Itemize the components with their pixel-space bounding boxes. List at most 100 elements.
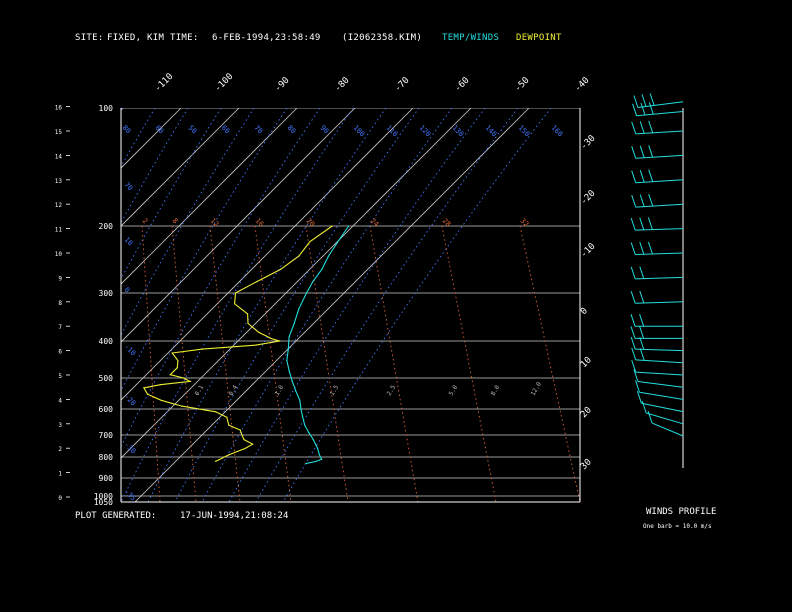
wind-barb-flag: [639, 314, 645, 327]
adiabat-label: 50: [187, 124, 199, 136]
series-point: [337, 241, 339, 243]
adiabat-left-label: -20: [123, 393, 138, 408]
adiabat-label: 120: [418, 124, 433, 139]
series-point: [288, 336, 290, 338]
height-tick-label: 2: [58, 446, 62, 453]
top-temp-label: -100: [213, 72, 235, 94]
dry-adiabat-line: [228, 108, 486, 502]
series-point: [146, 393, 149, 395]
series-point: [348, 225, 350, 227]
series-point: [243, 439, 245, 441]
wind-barb-flag: [641, 94, 647, 107]
series-point: [287, 348, 289, 350]
series-point: [169, 374, 171, 376]
height-tick-label: 15: [55, 129, 63, 136]
wind-barb-flag: [632, 103, 638, 116]
isotherm-line: [0, 108, 7, 502]
pressure-tick-label: 200: [99, 222, 114, 231]
series-point: [315, 460, 317, 462]
mixing-ratio-low-label: 1.0: [274, 384, 286, 397]
isotherm-line: [121, 108, 298, 285]
wind-barb-flag: [641, 400, 647, 414]
series-point: [176, 367, 178, 369]
right-temp-label: 10: [579, 355, 594, 370]
series-point: [298, 308, 300, 310]
series-point: [215, 460, 217, 462]
top-temp-label: -90: [273, 76, 292, 95]
pressure-tick-label: 500: [99, 374, 114, 383]
wind-barb-flag: [640, 102, 646, 116]
pressure-tick-label: 800: [99, 453, 114, 462]
series-point: [286, 359, 288, 362]
series-point: [304, 424, 306, 426]
series-point: [321, 458, 323, 460]
wind-barb-flag: [639, 242, 645, 255]
series-point: [226, 416, 228, 418]
series-point: [312, 281, 314, 283]
top-temp-label: -70: [393, 76, 412, 95]
pressure-tick-label: 400: [99, 337, 114, 346]
series-point: [318, 454, 320, 456]
height-tick-label: 5: [58, 373, 62, 380]
dry-adiabat-line: [121, 108, 189, 224]
wind-barb-flag: [631, 146, 637, 159]
wind-barb-flag: [639, 348, 645, 361]
chart-series: [143, 225, 350, 465]
dry-adiabat-line: [255, 108, 519, 502]
mixing-ratio-low-label: 12.0: [530, 381, 543, 397]
wind-barb-flag: [647, 217, 653, 230]
wind-barb-flag: [630, 242, 636, 255]
pressure-tick-label: 700: [99, 431, 114, 440]
dry-adiabat-line: [147, 108, 387, 502]
adiabat-label: 70: [253, 124, 265, 136]
series-point: [327, 255, 330, 257]
series-point: [160, 399, 162, 401]
dry-adiabat-line: [121, 108, 255, 336]
right-temp-label: -30: [579, 134, 598, 153]
wind-barb-shaft: [635, 371, 684, 376]
wind-barb-flag: [639, 170, 645, 183]
wind-barb-shaft: [635, 276, 684, 280]
wind-barb-shaft: [651, 422, 684, 437]
series-point: [288, 370, 290, 372]
wind-barb-flag: [630, 314, 636, 327]
pressure-tick-label: 100: [99, 104, 114, 113]
wind-barb-shaft: [635, 130, 684, 135]
series-point: [280, 268, 282, 270]
adiabat-left-label: -30: [123, 441, 138, 456]
wind-barb-shaft: [641, 402, 684, 413]
series-point: [234, 292, 237, 294]
series-point: [305, 463, 307, 465]
adiabat-label: 80: [286, 124, 298, 136]
series-point: [241, 434, 243, 436]
series-point: [331, 225, 333, 227]
wind-barb-flag: [630, 336, 636, 350]
series-point: [317, 447, 319, 450]
series-point: [247, 322, 249, 324]
right-temp-label: 30: [579, 457, 594, 472]
wind-barb-flag: [639, 337, 645, 350]
top-temp-label: -60: [453, 76, 472, 95]
height-tick-label: 0: [58, 495, 62, 502]
series-point: [252, 443, 254, 445]
height-tick-label: 1: [58, 471, 62, 478]
series-point: [258, 331, 260, 333]
wind-barb-shaft: [635, 228, 684, 231]
height-tick-label: 6: [58, 349, 62, 356]
pressure-tick-label: 300: [99, 289, 114, 298]
adiabat-label: 150: [517, 124, 532, 139]
right-temp-label: 0: [579, 306, 590, 317]
top-temp-label: -40: [573, 76, 592, 95]
series-point: [298, 255, 300, 257]
mixing-ratio-line: [519, 225, 580, 502]
wind-barb-flag: [639, 217, 645, 230]
series-point: [271, 338, 273, 340]
isotherm-line: [134, 108, 530, 502]
top-temp-label: -80: [333, 76, 352, 95]
series-point: [255, 344, 257, 346]
wind-barb-shaft: [635, 154, 684, 159]
height-tick-label: 3: [58, 422, 62, 429]
right-temp-label: -20: [579, 189, 598, 208]
dry-adiabat-line: [121, 108, 288, 392]
height-tick-label: 10: [55, 251, 63, 258]
